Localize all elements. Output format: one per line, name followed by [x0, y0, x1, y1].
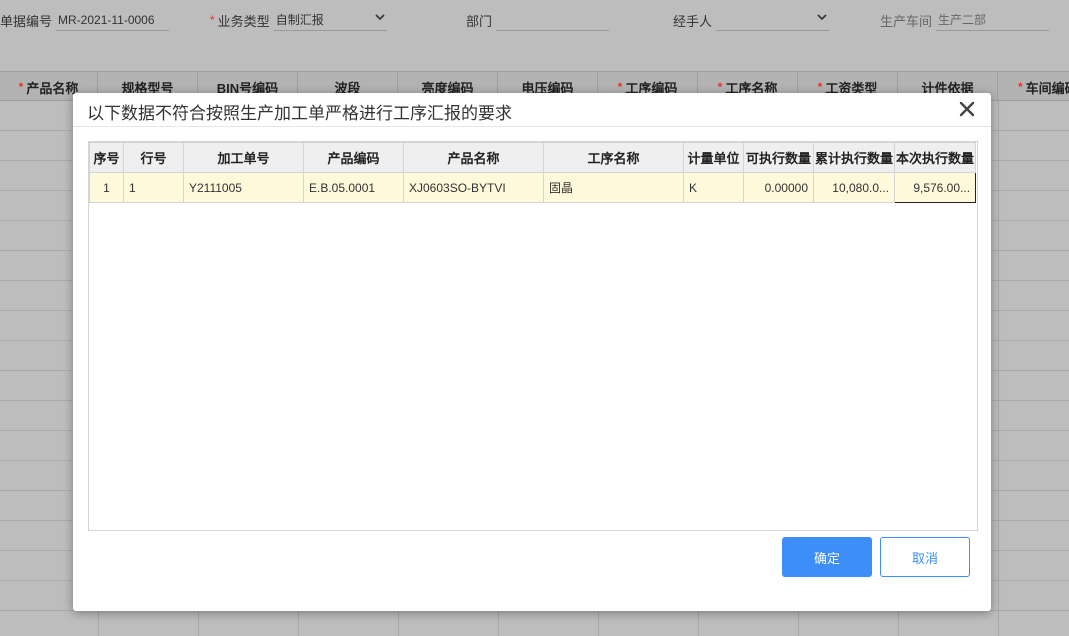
doc-no-label: 单据编号: [0, 13, 53, 29]
doc-no-field: 单据编号 MR-2021-11-0006: [0, 9, 170, 31]
cell-product-code: E.B.05.0001: [303, 172, 404, 203]
cell-process-name: 固晶: [543, 172, 684, 203]
col-process-name[interactable]: 工序名称: [543, 142, 684, 173]
chevron-down-icon: [817, 13, 827, 24]
cell-seq: 1: [89, 172, 124, 203]
dialog-title: 以下数据不符合按照生产加工单严格进行工序汇报的要求: [87, 104, 512, 123]
dept-label: 部门: [466, 13, 493, 29]
col-product-name[interactable]: 产品名称: [403, 142, 544, 173]
handler-select[interactable]: [716, 9, 830, 31]
cell-unit: K: [683, 172, 744, 203]
table-header-row: 序号 行号 加工单号 产品编码 产品名称 工序名称 计量单位 可执行数量 累计执…: [89, 142, 977, 173]
cell-cumulative-qty: 10,080.0...: [812, 172, 896, 203]
invalid-rows-table: 序号 行号 加工单号 产品编码 产品名称 工序名称 计量单位 可执行数量 累计执…: [88, 141, 978, 531]
col-cumulative-qty[interactable]: 累计执行数量: [812, 142, 896, 173]
dept-field: 部门: [466, 9, 610, 31]
dialog-header: 以下数据不符合按照生产加工单严格进行工序汇报的要求: [73, 93, 991, 127]
col-current-qty[interactable]: 本次执行数量: [894, 142, 977, 173]
col-product-code[interactable]: 产品编码: [303, 142, 404, 173]
cell-product-name: XJ0603SO-BYTVI: [403, 172, 544, 203]
workshop-field: 生产车间 生产二部: [880, 9, 1050, 31]
table-row[interactable]: 1 1 Y2111005 E.B.05.0001 XJ0603SO-BYTVI …: [89, 172, 977, 203]
chevron-down-icon: [375, 13, 385, 24]
validation-dialog: 以下数据不符合按照生产加工单严格进行工序汇报的要求 序号 行号 加工单号 产品编…: [73, 93, 991, 611]
workshop-input[interactable]: 生产二部: [936, 9, 1050, 31]
doc-no-input[interactable]: MR-2021-11-0006: [56, 9, 170, 31]
col-unit[interactable]: 计量单位: [683, 142, 744, 173]
close-icon[interactable]: [957, 99, 977, 119]
cell-order-no: Y2111005: [183, 172, 304, 203]
cell-line-no: 1: [123, 172, 184, 203]
dept-input[interactable]: [496, 9, 610, 31]
confirm-button[interactable]: 确定: [782, 537, 872, 577]
biz-type-select[interactable]: 自制汇报: [273, 9, 387, 31]
workshop-label: 生产车间: [880, 13, 933, 29]
col-seq[interactable]: 序号: [89, 142, 124, 173]
header-form: 单据编号 MR-2021-11-0006 * 业务类型 自制汇报 部门 经手人: [0, 0, 1069, 70]
handler-label: 经手人: [673, 13, 713, 29]
col-line-no[interactable]: 行号: [123, 142, 184, 173]
handler-field: 经手人: [673, 9, 830, 31]
biz-type-value: 自制汇报: [275, 13, 324, 27]
required-mark: *: [210, 13, 215, 27]
col-executable-qty[interactable]: 可执行数量: [743, 142, 814, 173]
cancel-button[interactable]: 取消: [880, 537, 970, 577]
data-table: 序号 行号 加工单号 产品编码 产品名称 工序名称 计量单位 可执行数量 累计执…: [89, 142, 977, 203]
cell-executable-qty: 0.00000: [743, 172, 814, 203]
biz-type-label: 业务类型: [217, 13, 270, 29]
col-order-no[interactable]: 加工单号: [183, 142, 304, 173]
grid-col-workshop-code[interactable]: *车间编码: [998, 72, 1069, 102]
cell-current-qty[interactable]: 9,576.00...: [894, 172, 977, 203]
biz-type-field: * 业务类型 自制汇报: [210, 9, 387, 31]
